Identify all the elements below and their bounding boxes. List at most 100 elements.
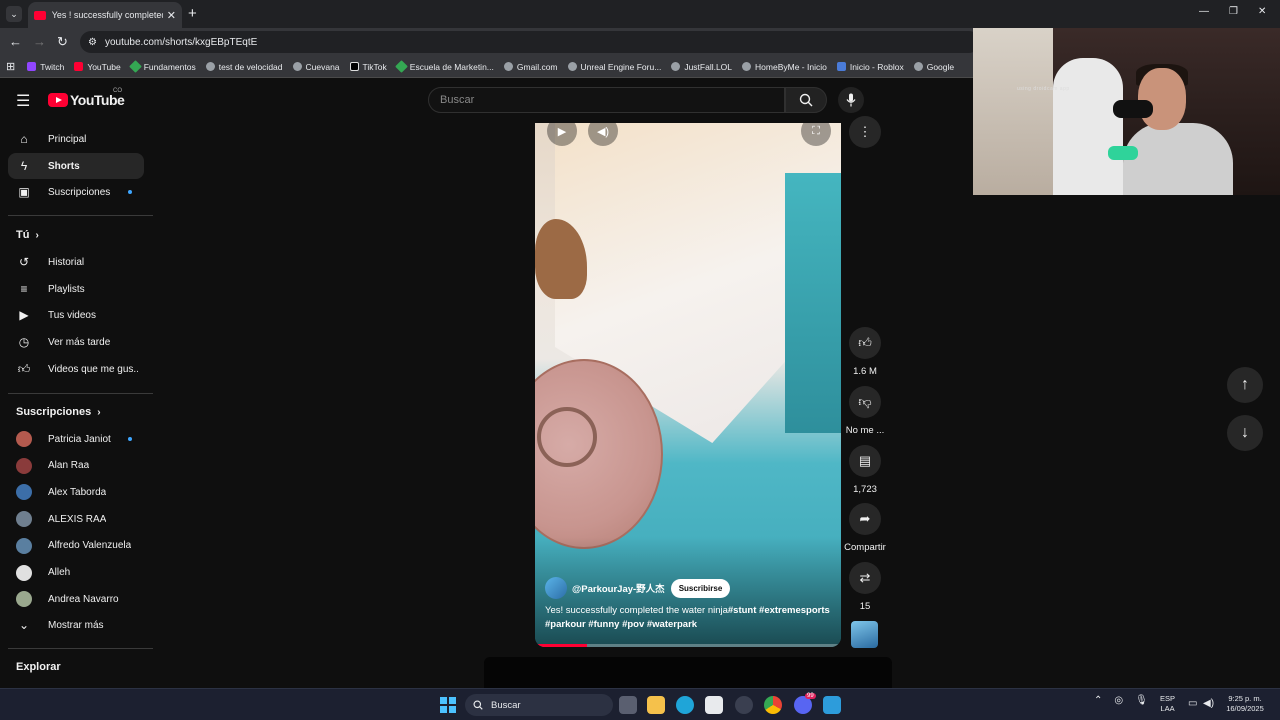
sidebar-item-history[interactable]: ↺ Historial bbox=[8, 249, 144, 275]
speed-icon bbox=[205, 62, 215, 71]
bookmark-cuevana[interactable]: Cuevana bbox=[292, 62, 340, 72]
store-icon[interactable] bbox=[705, 696, 723, 714]
channel-avatar[interactable] bbox=[545, 577, 567, 599]
apps-grid-icon[interactable]: ⊞ bbox=[6, 60, 15, 73]
next-short-button[interactable]: ↓ bbox=[1227, 415, 1263, 451]
subscription-item[interactable]: Andrea Navarro bbox=[8, 586, 144, 612]
task-view-icon[interactable] bbox=[619, 696, 637, 714]
forward-icon[interactable]: → bbox=[33, 34, 46, 49]
bookmark-fundamentos[interactable]: Fundamentos bbox=[128, 60, 196, 73]
comment-count: 1,723 bbox=[853, 484, 877, 495]
voice-search-button[interactable] bbox=[838, 87, 864, 113]
windows-taskbar: Buscar 99 ⌃ ◎ 🎙︎ ESP LAA ▭ ◀) 9:25 p. m. 1… bbox=[0, 688, 1280, 720]
url-text: youtube.com/shorts/kxgEBpTEqtE bbox=[104, 36, 258, 48]
sidebar-item-your-videos[interactable]: ▶ Tus videos bbox=[8, 302, 144, 328]
reload-icon[interactable]: ↻ bbox=[57, 34, 68, 50]
subscription-item[interactable]: Alan Raa bbox=[8, 453, 144, 479]
you-section-header[interactable]: Tú › bbox=[16, 229, 39, 241]
site-info-icon[interactable]: ⚙ bbox=[88, 37, 97, 48]
explore-section-header: Explorar bbox=[16, 661, 61, 673]
previous-short-button[interactable]: ↑ bbox=[1227, 367, 1263, 403]
video-progress-bar[interactable] bbox=[535, 644, 841, 647]
more-options-button[interactable]: ⋮ bbox=[849, 116, 881, 148]
channel-avatar bbox=[16, 431, 32, 447]
sidebar-item-subscriptions[interactable]: ▣ Suscripciones bbox=[8, 179, 144, 205]
bookmark-speedtest[interactable]: test de velocidad bbox=[205, 62, 283, 72]
back-icon[interactable]: ← bbox=[9, 34, 22, 49]
search-input[interactable] bbox=[429, 88, 784, 112]
next-short-preview[interactable] bbox=[484, 657, 892, 688]
chrome-tray-icon[interactable]: ◎ bbox=[1114, 695, 1123, 706]
search-button[interactable] bbox=[785, 87, 827, 113]
new-content-dot bbox=[128, 190, 132, 194]
new-tab-button[interactable]: + bbox=[188, 5, 197, 22]
comments-action: ▤ 1,723 bbox=[843, 445, 887, 495]
microphone-tray-icon[interactable]: 🎙︎ bbox=[1135, 695, 1148, 706]
volume-tray-icon[interactable]: ◀) bbox=[1203, 698, 1214, 709]
bookmark-youtube[interactable]: YouTube bbox=[74, 62, 121, 72]
chevron-up-icon[interactable]: ⌃ bbox=[1094, 695, 1102, 706]
sidebar-item-watch-later[interactable]: ◷ Ver más tarde bbox=[8, 329, 144, 355]
chevron-right-icon: › bbox=[97, 406, 101, 418]
close-window-icon[interactable]: ✕ bbox=[1258, 6, 1266, 17]
file-explorer-icon[interactable] bbox=[647, 696, 665, 714]
share-button[interactable]: ➦ bbox=[849, 503, 881, 535]
caption-hashtags[interactable]: #parkour #funny #pov #waterpark bbox=[545, 619, 697, 630]
language-indicator[interactable]: ESP LAA bbox=[1160, 694, 1175, 714]
bookmark-justfall[interactable]: JustFall.LOL bbox=[671, 62, 732, 72]
comments-button[interactable]: ▤ bbox=[849, 445, 881, 477]
bookmark-google[interactable]: Google bbox=[913, 62, 954, 72]
sidebar-item-home[interactable]: ⌂ Principal bbox=[8, 126, 144, 152]
subscription-item[interactable]: Patricia Janiot bbox=[8, 426, 144, 452]
subscription-item[interactable]: Alex Taborda bbox=[8, 479, 144, 505]
steam-icon[interactable] bbox=[735, 696, 753, 714]
bookmark-roblox[interactable]: Inicio - Roblox bbox=[836, 62, 904, 72]
subscriptions-section-header[interactable]: Suscripciones › bbox=[16, 406, 101, 418]
bookmark-gmail[interactable]: Gmail.com bbox=[503, 62, 558, 72]
show-more-button[interactable]: ⌄ Mostrar más bbox=[8, 612, 144, 638]
minimize-icon[interactable]: — bbox=[1199, 6, 1209, 17]
bookmark-twitch[interactable]: Twitch bbox=[27, 62, 64, 72]
sidebar-item-liked-videos[interactable]: 👍︎ Videos que me gus... bbox=[8, 356, 144, 382]
country-code: CO bbox=[113, 88, 122, 94]
subscription-item[interactable]: Alfredo Valenzuela bbox=[8, 533, 144, 559]
address-bar[interactable]: ⚙ youtube.com/shorts/kxgEBpTEqtE bbox=[80, 31, 980, 53]
twitch-icon bbox=[27, 62, 37, 71]
dislike-button[interactable]: 👎︎ bbox=[849, 386, 881, 418]
network-icon[interactable]: ▭ bbox=[1188, 698, 1197, 709]
browser-tab[interactable]: Yes ! successfully completed th ✕ bbox=[28, 2, 182, 28]
short-video-player[interactable]: ▶ ◀) ⛶ @ParkourJay-野人杰 Suscribirse Yes! … bbox=[535, 123, 841, 647]
chrome-icon[interactable] bbox=[764, 696, 782, 714]
sidebar-item-playlists[interactable]: ≡ Playlists bbox=[8, 276, 144, 302]
diamond-icon bbox=[394, 60, 408, 73]
windows-start-icon[interactable] bbox=[440, 697, 456, 713]
tab-search-button[interactable]: ⌄ bbox=[6, 6, 22, 22]
your-videos-icon: ▶ bbox=[19, 308, 29, 322]
sound-thumbnail[interactable] bbox=[851, 621, 878, 648]
close-tab-icon[interactable]: ✕ bbox=[167, 9, 176, 22]
edge-icon[interactable] bbox=[676, 696, 694, 714]
hamburger-menu-icon[interactable]: ☰ bbox=[16, 91, 30, 111]
taskbar-clock[interactable]: 9:25 p. m. 16/09/2025 bbox=[1222, 694, 1268, 714]
sidebar-item-shorts[interactable]: ϟ Shorts bbox=[8, 153, 144, 179]
restore-icon[interactable]: ❐ bbox=[1229, 6, 1238, 17]
taskbar-search[interactable]: Buscar bbox=[465, 694, 613, 716]
subscription-item[interactable]: ALEXIS RAA bbox=[8, 506, 144, 532]
channel-name[interactable]: @ParkourJay-野人杰 bbox=[572, 581, 665, 595]
bookmark-tiktok[interactable]: TikTok bbox=[349, 62, 387, 72]
sidebar: ⌂ Principal ϟ Shorts ▣ Suscripciones Tú ›… bbox=[0, 121, 155, 688]
youtube-logo[interactable]: YouTube CO bbox=[48, 88, 125, 108]
bookmark-homebyme[interactable]: HomeByMe - Inicio bbox=[742, 62, 827, 72]
roblox-icon bbox=[836, 62, 846, 71]
remix-button[interactable]: ⇄ bbox=[849, 562, 881, 594]
channel-avatar bbox=[16, 511, 32, 528]
bookmark-unreal[interactable]: Unreal Engine Foru... bbox=[567, 62, 661, 72]
notepad-icon[interactable] bbox=[823, 696, 841, 714]
bookmark-marketing[interactable]: Escuela de Marketin... bbox=[394, 60, 494, 73]
video-caption[interactable]: Yes! successfully completed the water ni… bbox=[545, 604, 835, 632]
chevron-right-icon: › bbox=[35, 229, 39, 241]
subscription-item[interactable]: Alleh bbox=[8, 560, 144, 586]
caption-hashtags[interactable]: #stunt #extremesports bbox=[728, 605, 830, 616]
like-button[interactable]: 👍︎ bbox=[849, 327, 881, 359]
subscribe-button[interactable]: Suscribirse bbox=[670, 578, 731, 598]
